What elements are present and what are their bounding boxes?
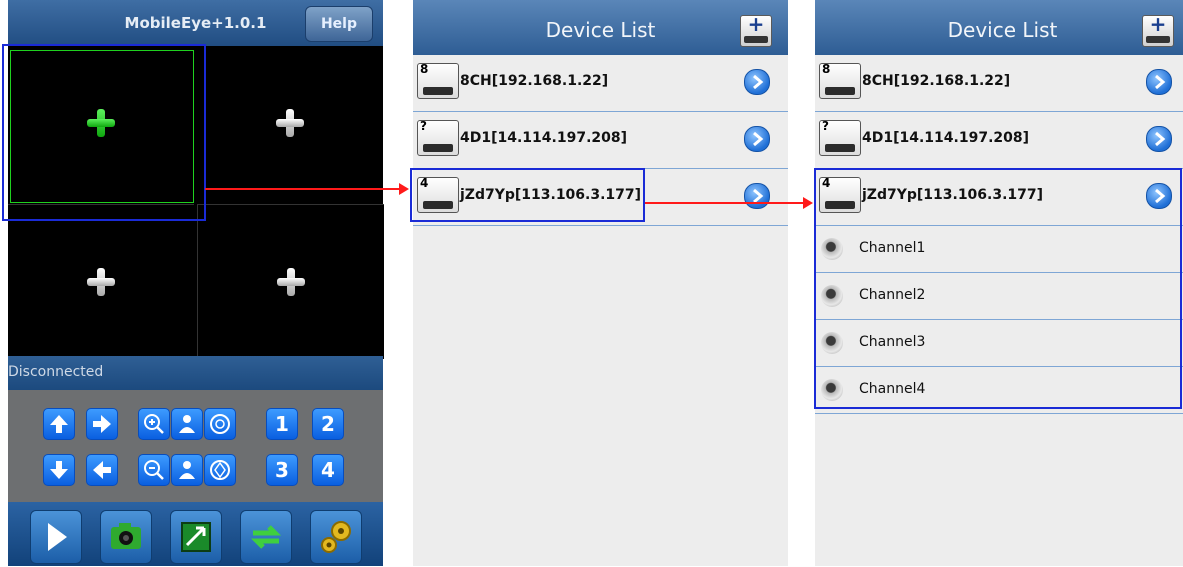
expand-arrow-icon[interactable] — [744, 126, 770, 152]
plus-icon: + — [1149, 12, 1167, 36]
dvr-icon — [1146, 36, 1170, 43]
device-list-header: Device List + — [815, 0, 1183, 55]
channel-count-badge: ? — [822, 119, 829, 133]
channel-4-button[interactable]: 4 — [312, 454, 344, 486]
selection-highlight — [410, 168, 645, 222]
status-bar: Disconnected — [8, 356, 383, 390]
connector-line — [205, 188, 401, 190]
device-row[interactable]: 8 8CH[192.168.1.22] — [413, 55, 788, 112]
channel-count-badge: ? — [420, 119, 427, 133]
selection-highlight — [2, 44, 206, 221]
zoom-out-icon[interactable] — [138, 454, 170, 486]
add-device-button[interactable]: + — [1142, 12, 1174, 47]
device-list-screen: Device List + 8 8CH[192.168.1.22] ? 4D1[… — [413, 0, 788, 566]
channel-1-button[interactable]: 1 — [266, 408, 298, 440]
zoom-in-icon[interactable] — [138, 408, 170, 440]
dvr-icon: 8 — [417, 62, 459, 99]
channel-count-badge: 8 — [420, 62, 429, 76]
dvr-icon: 8 — [819, 62, 861, 99]
dvr-icon: ? — [417, 119, 459, 156]
expand-arrow-icon[interactable] — [744, 69, 770, 95]
device-name: 4D1[14.114.197.208] — [460, 130, 628, 146]
app-header: MobileEye+1.0.1 Help — [8, 0, 383, 46]
ptz-control-panel: 1 2 3 4 — [8, 390, 383, 502]
video-cell-3[interactable] — [8, 204, 194, 359]
page-title: Device List — [947, 18, 1058, 42]
device-name: 4D1[14.114.197.208] — [862, 130, 1030, 146]
video-cell-4[interactable] — [197, 204, 384, 359]
dvr-icon — [744, 36, 768, 43]
bottom-toolbar — [8, 502, 383, 566]
device-list-header: Device List + — [413, 0, 788, 55]
add-device-button[interactable]: + — [740, 12, 772, 47]
add-channel-icon[interactable] — [87, 268, 115, 296]
switch-icon[interactable] — [240, 510, 292, 564]
selection-highlight — [814, 168, 1182, 409]
iris-close-icon[interactable] — [204, 454, 236, 486]
connector-arrowhead — [399, 183, 409, 195]
dvr-icon: ? — [819, 119, 861, 156]
settings-icon[interactable] — [310, 510, 362, 564]
device-name: 8CH[192.168.1.22] — [460, 73, 609, 89]
device-name: 8CH[192.168.1.22] — [862, 73, 1011, 89]
channel-count-badge: 8 — [822, 62, 831, 76]
connector-line — [645, 202, 805, 204]
connector-arrowhead — [803, 197, 813, 209]
up-arrow-icon[interactable] — [43, 408, 75, 440]
down-arrow-icon[interactable] — [43, 454, 75, 486]
device-row[interactable]: ? 4D1[14.114.197.208] — [815, 112, 1183, 169]
expand-arrow-icon[interactable] — [1146, 69, 1172, 95]
video-cell-2[interactable] — [197, 46, 383, 200]
iris-open-icon[interactable] — [204, 408, 236, 440]
device-row[interactable]: 8 8CH[192.168.1.22] — [815, 55, 1183, 112]
expand-arrow-icon[interactable] — [1146, 126, 1172, 152]
right-arrow-icon[interactable] — [86, 408, 118, 440]
camera-icon[interactable] — [100, 510, 152, 564]
focus-far-icon[interactable] — [171, 454, 203, 486]
add-channel-icon[interactable] — [277, 268, 305, 296]
add-channel-icon[interactable] — [276, 109, 304, 137]
help-button[interactable]: Help — [305, 6, 373, 42]
connection-status: Disconnected — [8, 364, 104, 380]
channel-2-button[interactable]: 2 — [312, 408, 344, 440]
channel-3-button[interactable]: 3 — [266, 454, 298, 486]
page-title: Device List — [545, 18, 656, 42]
device-row[interactable]: ? 4D1[14.114.197.208] — [413, 112, 788, 169]
plus-icon: + — [747, 12, 765, 36]
focus-near-icon[interactable] — [171, 408, 203, 440]
play-icon[interactable] — [30, 510, 82, 564]
image-icon[interactable] — [170, 510, 222, 564]
left-arrow-icon[interactable] — [86, 454, 118, 486]
expand-arrow-icon[interactable] — [744, 183, 770, 209]
